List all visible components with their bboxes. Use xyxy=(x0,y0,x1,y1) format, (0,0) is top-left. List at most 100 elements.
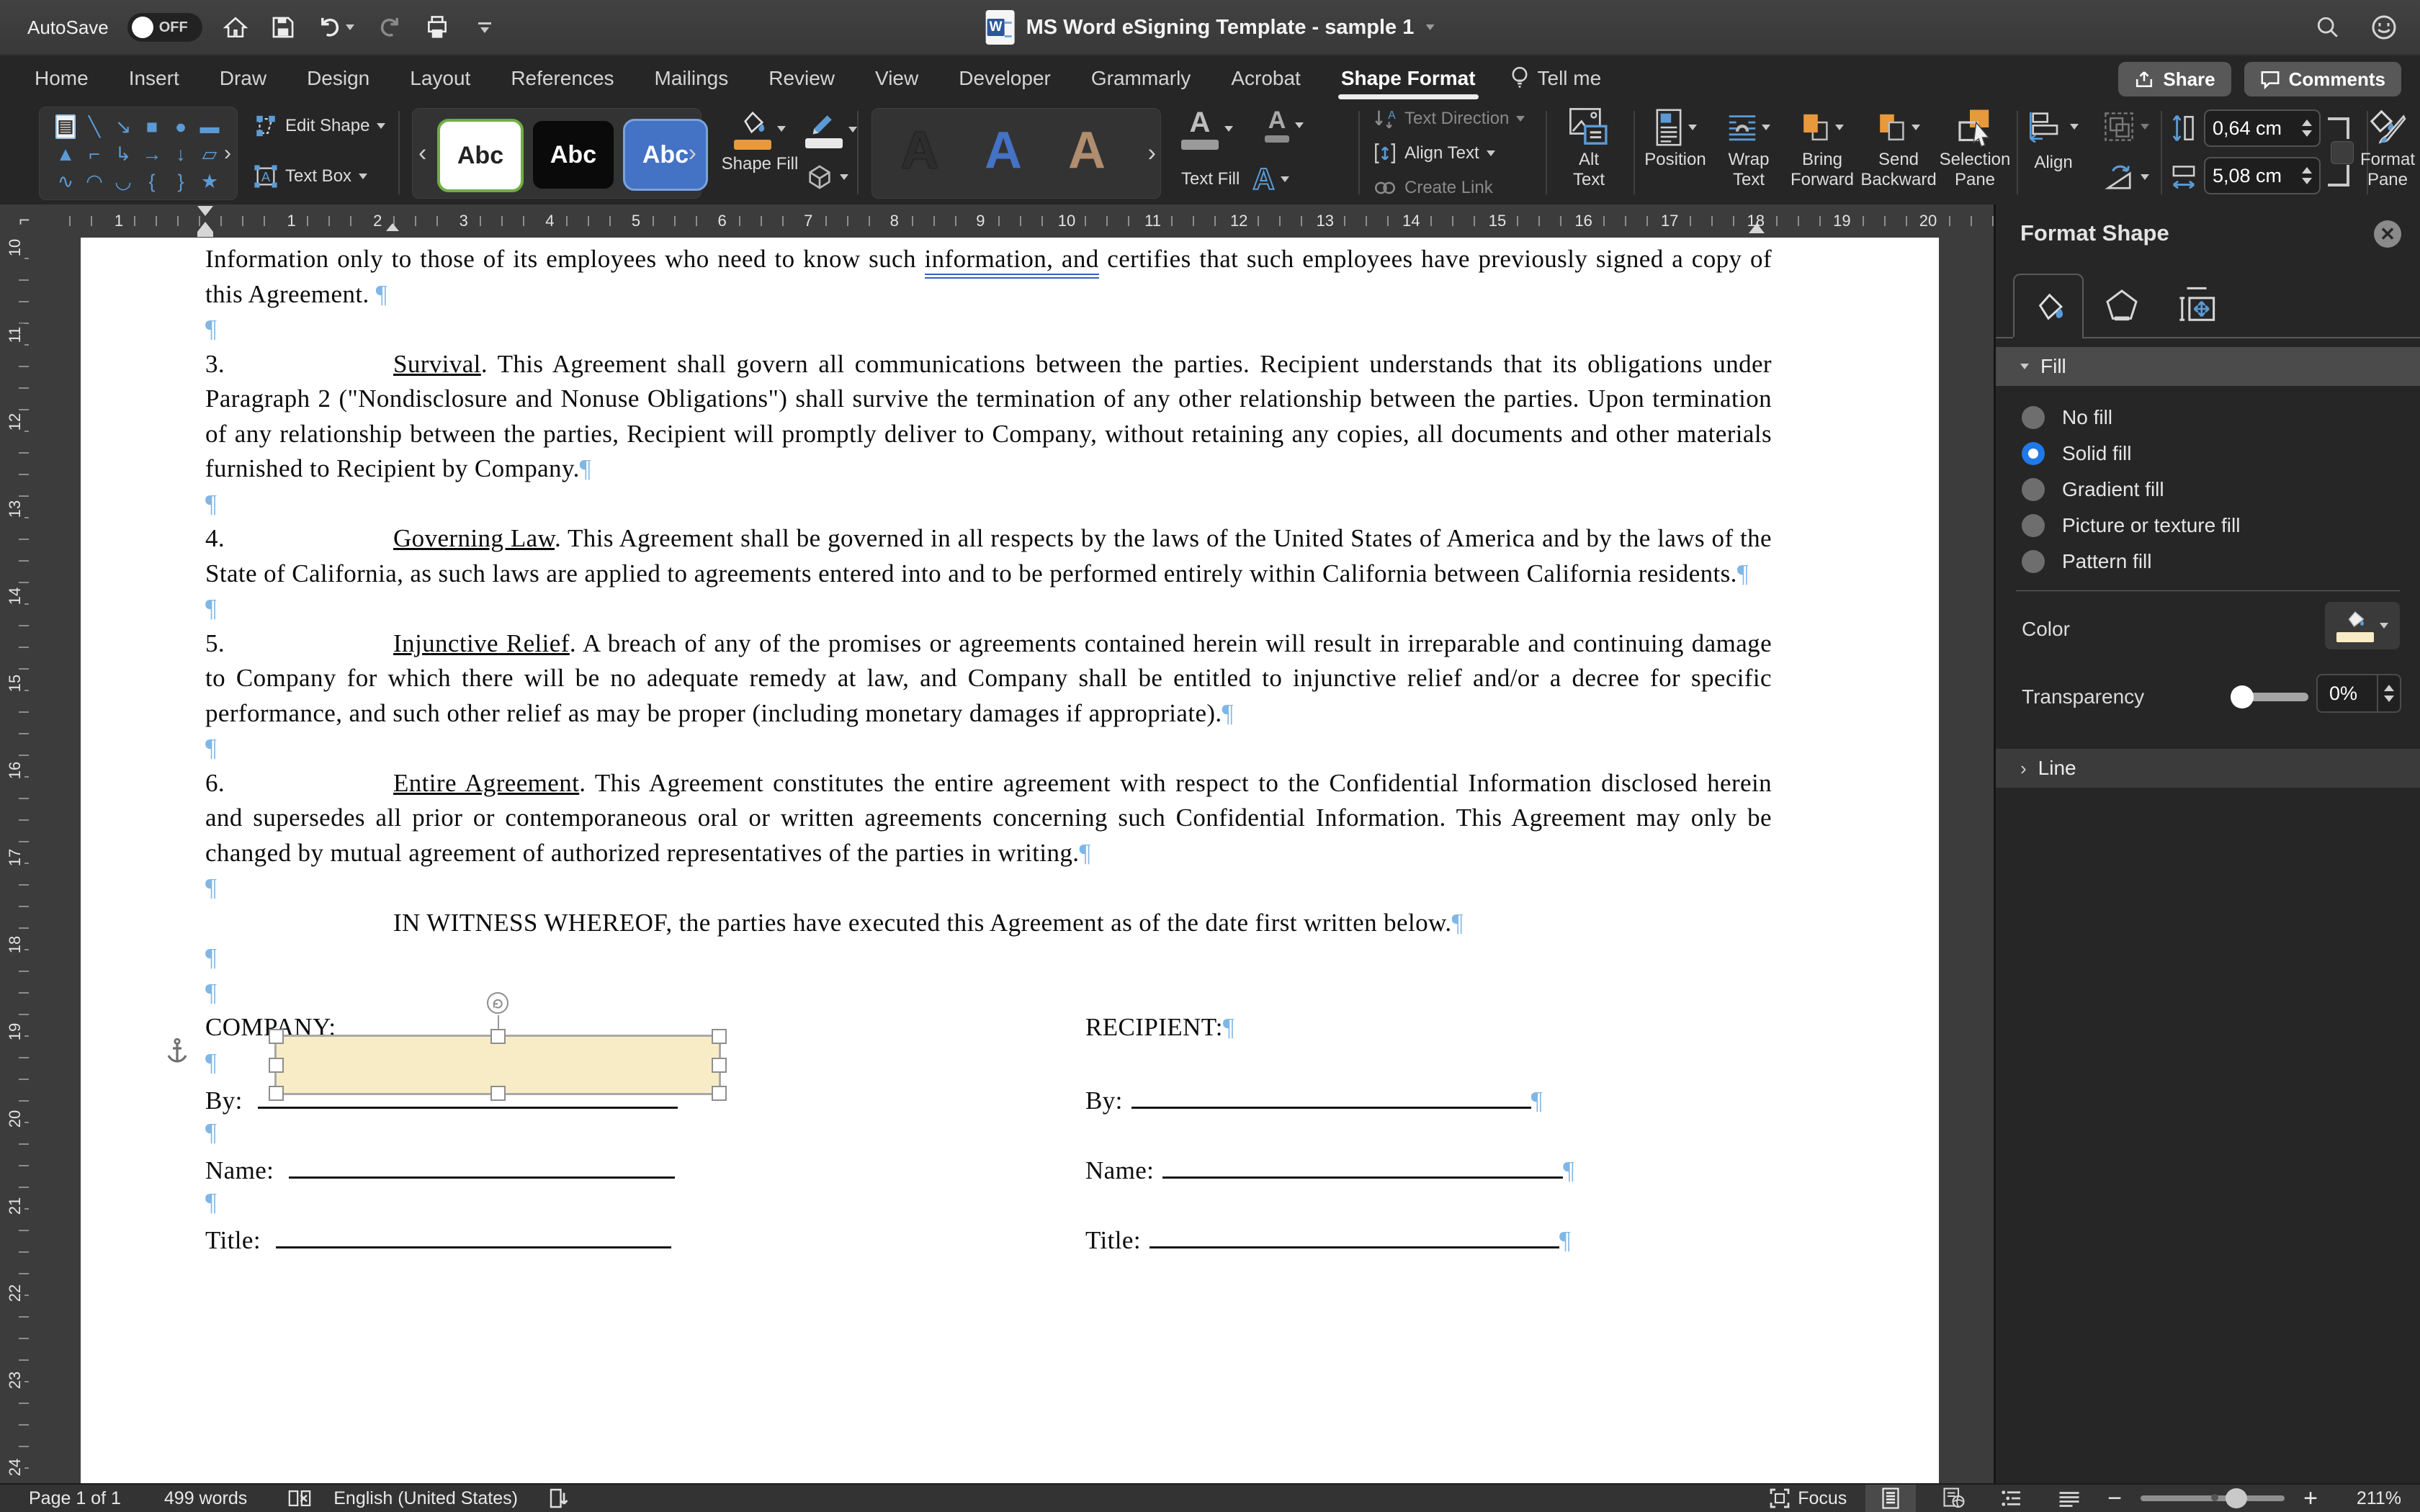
shape-glyph-icon[interactable]: ◠ xyxy=(86,171,103,192)
fill-color-button[interactable] xyxy=(2325,602,2400,649)
text-effects-button[interactable]: A xyxy=(1252,163,1289,195)
insert-shapes-gallery[interactable]: ▤ ╲ ↘ ■ ● ▬ ▲ ⌐ ↳ → ↓ ▱ ∿ ◠ ◡ {} ★ › xyxy=(39,107,238,200)
transparency-slider[interactable] xyxy=(2231,685,2308,708)
tab-stop-marker[interactable] xyxy=(386,223,399,231)
shape-glyph-icon[interactable]: { xyxy=(148,171,155,192)
autosave-toggle[interactable]: OFF xyxy=(127,13,202,42)
option-gradient-fill[interactable]: Gradient fill xyxy=(2022,475,2164,504)
word-count[interactable]: 499 words xyxy=(164,1488,247,1509)
tab-insert[interactable]: Insert xyxy=(109,56,200,101)
shape-glyph-icon[interactable]: ▱ xyxy=(202,144,218,164)
shape-effects-button[interactable] xyxy=(805,163,848,192)
shape-width-field[interactable]: 5,08 cm xyxy=(2204,157,2321,194)
shape-glyph-icon[interactable]: → xyxy=(143,144,162,164)
shape-height-field[interactable]: 0,64 cm xyxy=(2204,109,2321,147)
view-web-layout[interactable] xyxy=(1935,1485,1973,1512)
pane-tab-layout-properties[interactable] xyxy=(2163,274,2231,337)
text-outline-button[interactable]: A xyxy=(1265,108,1304,143)
alt-text-button[interactable]: Alt Text xyxy=(1554,105,1623,190)
tab-mailings[interactable]: Mailings xyxy=(635,56,749,101)
save-icon[interactable] xyxy=(269,13,297,42)
option-solid-fill[interactable]: Solid fill xyxy=(2022,439,2131,468)
tab-shape-format[interactable]: Shape Format xyxy=(1321,56,1496,101)
hanging-indent-marker[interactable] xyxy=(197,222,213,237)
option-pattern-fill[interactable]: Pattern fill xyxy=(2022,547,2152,576)
option-no-fill[interactable]: No fill xyxy=(2022,403,2112,432)
wordart-style-tan[interactable]: A xyxy=(1068,125,1106,176)
zoom-slider-thumb[interactable] xyxy=(2226,1488,2248,1508)
tab-draw[interactable]: Draw xyxy=(200,56,287,101)
wordart-scroll-right-icon[interactable]: › xyxy=(1148,140,1156,168)
title-line-right[interactable] xyxy=(1149,1220,1559,1248)
grammar-flagged-text[interactable]: information, and xyxy=(924,245,1099,279)
selected-signature-shape[interactable] xyxy=(269,992,727,1101)
tab-layout[interactable]: Layout xyxy=(390,56,490,101)
shape-glyph-icon[interactable]: ▲ xyxy=(56,144,76,164)
styles-scroll-left-icon[interactable]: ‹ xyxy=(418,140,426,168)
width-stepper[interactable] xyxy=(2302,167,2312,184)
wordart-style-dark[interactable]: A xyxy=(901,125,938,176)
vertical-ruler[interactable]: 10 11 12 13 14 15 16 17 18 19 20 21 22 23 24 xyxy=(0,238,50,1485)
tell-me-button[interactable]: Tell me xyxy=(1496,66,1616,91)
comments-button[interactable]: Comments xyxy=(2244,62,2401,96)
align-button[interactable]: Align xyxy=(2028,111,2079,173)
shape-glyph-icon[interactable]: ▤ xyxy=(55,114,76,139)
edit-shape-button[interactable]: Edit Shape xyxy=(254,114,386,138)
zoom-in-button[interactable]: + xyxy=(2303,1486,2318,1511)
shape-glyph-icon[interactable]: ● xyxy=(175,117,187,137)
rotate-button[interactable] xyxy=(2103,161,2149,193)
search-icon[interactable] xyxy=(2313,13,2342,42)
shape-fill-button[interactable]: Shape Fill xyxy=(720,108,799,174)
language-indicator[interactable]: English (United States) xyxy=(333,1488,518,1509)
shape-handle-sw[interactable] xyxy=(269,1086,284,1101)
shape-glyph-icon[interactable]: ★ xyxy=(201,171,218,192)
shape-glyph-icon[interactable]: ↘ xyxy=(115,117,132,137)
tab-review[interactable]: Review xyxy=(748,56,855,101)
zoom-slider[interactable] xyxy=(2141,1488,2285,1508)
zoom-out-button[interactable]: − xyxy=(2107,1486,2122,1511)
styles-scroll-right-icon[interactable]: › xyxy=(689,140,696,168)
name-line-left[interactable] xyxy=(289,1150,676,1179)
pane-tab-effects[interactable] xyxy=(2088,274,2156,337)
shape-glyph-icon[interactable]: } xyxy=(177,171,184,192)
shapes-gallery-expand-icon[interactable]: › xyxy=(224,141,231,166)
text-box-button[interactable]: A Text Box xyxy=(254,164,368,189)
rotation-handle[interactable] xyxy=(487,992,508,1014)
shape-outline-button[interactable] xyxy=(805,111,857,148)
shape-glyph-icon[interactable]: ↳ xyxy=(115,144,132,164)
tab-view[interactable]: View xyxy=(855,56,938,101)
name-line-right[interactable] xyxy=(1162,1150,1564,1179)
transparency-slider-thumb[interactable] xyxy=(2231,685,2254,708)
fill-section-header[interactable]: Fill xyxy=(1996,347,2420,386)
shape-handle-nw[interactable] xyxy=(269,1029,284,1044)
shape-style-white[interactable]: Abc xyxy=(437,119,524,192)
document-text[interactable]: Information only to those of its employe… xyxy=(167,242,1772,1255)
pane-close-icon[interactable]: ✕ xyxy=(2374,220,2401,248)
tab-grammarly[interactable]: Grammarly xyxy=(1071,56,1211,101)
shape-glyph-icon[interactable]: ∿ xyxy=(58,171,74,192)
position-button[interactable]: Position xyxy=(1641,105,1710,170)
shape-style-black[interactable]: Abc xyxy=(531,119,616,191)
shape-handle-w[interactable] xyxy=(269,1058,284,1073)
page-indicator[interactable]: Page 1 of 1 xyxy=(29,1488,121,1509)
by-line-right[interactable] xyxy=(1131,1080,1531,1109)
document-page[interactable]: Information only to those of its employe… xyxy=(81,238,1939,1485)
track-changes-icon[interactable] xyxy=(547,1488,568,1509)
focus-button[interactable]: Focus xyxy=(1769,1488,1847,1509)
share-button[interactable]: Share xyxy=(2118,62,2231,96)
line-section-header[interactable]: › Line xyxy=(1996,749,2420,788)
undo-button[interactable] xyxy=(316,13,357,42)
title-chevron-icon[interactable] xyxy=(1425,24,1435,30)
lock-aspect-icon[interactable] xyxy=(2331,141,2354,164)
right-indent-marker[interactable] xyxy=(1749,223,1765,233)
pane-tab-fill-line[interactable] xyxy=(2013,274,2084,338)
text-fill-button[interactable]: A xyxy=(1181,108,1233,150)
shape-handle-s[interactable] xyxy=(490,1086,506,1101)
toolbar-overflow-icon[interactable] xyxy=(470,13,499,42)
shape-glyph-icon[interactable]: ↓ xyxy=(176,144,186,164)
horizontal-ruler[interactable]: 1 1 2 3 4 5 6 7 8 9 10 11 12 13 14 15 16 17 18 19 20 xyxy=(49,204,1994,238)
feedback-smiley-icon[interactable] xyxy=(2370,13,2398,42)
tab-references[interactable]: References xyxy=(490,56,634,101)
first-line-indent-marker[interactable] xyxy=(197,206,213,216)
shape-glyph-icon[interactable]: ◡ xyxy=(115,171,132,192)
